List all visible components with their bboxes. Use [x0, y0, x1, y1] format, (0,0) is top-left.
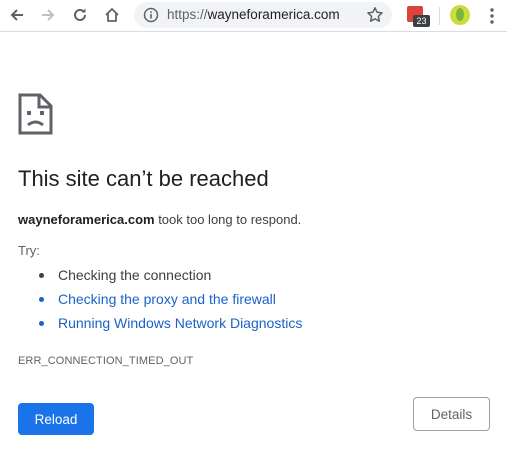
url-text[interactable]: https://wayneforamerica.com — [167, 2, 340, 28]
profile-avatar[interactable] — [450, 5, 470, 25]
try-label: Try: — [18, 243, 40, 258]
details-button[interactable]: Details — [413, 397, 490, 431]
suggestion-item: Checking the proxy and the firewall — [18, 287, 302, 311]
browser-toolbar: https://wayneforamerica.com 23 — [0, 0, 507, 32]
reload-browser-button[interactable] — [69, 4, 91, 26]
home-icon — [105, 8, 119, 22]
error-code: ERR_CONNECTION_TIMED_OUT — [18, 355, 194, 367]
forward-icon — [42, 9, 55, 21]
url-scheme: https:// — [167, 7, 208, 22]
back-button[interactable] — [6, 4, 28, 26]
error-title: This site can’t be reached — [18, 166, 269, 191]
sad-page-icon — [18, 93, 53, 135]
address-bar[interactable]: https://wayneforamerica.com — [134, 2, 392, 28]
suggestion-check-connection: Checking the connection — [58, 267, 212, 283]
error-host: wayneforamerica.com — [18, 212, 155, 227]
star-icon[interactable] — [366, 6, 384, 24]
home-button[interactable] — [101, 4, 123, 26]
url-host: wayneforamerica.com — [207, 7, 340, 22]
calendar-extension-button[interactable]: 23 — [405, 5, 430, 29]
suggestion-item: Checking the connection — [18, 263, 302, 287]
error-summary: wayneforamerica.com took too long to res… — [18, 212, 301, 227]
reload-button[interactable]: Reload — [18, 403, 94, 435]
suggestion-proxy-firewall-link[interactable]: Checking the proxy and the firewall — [58, 291, 276, 307]
error-message: took too long to respond. — [154, 212, 302, 227]
reload-icon — [74, 8, 86, 21]
bullet-icon — [39, 297, 44, 302]
avatar-leaf-icon — [456, 8, 464, 21]
back-icon — [10, 9, 23, 21]
extension-badge: 23 — [413, 15, 430, 27]
bullet-icon — [39, 321, 44, 326]
forward-button[interactable] — [37, 4, 59, 26]
suggestion-list: Checking the connection Checking the pro… — [18, 263, 302, 335]
menu-dots-icon[interactable] — [485, 6, 499, 26]
suggestion-item: Running Windows Network Diagnostics — [18, 311, 302, 335]
suggestion-network-diagnostics-link[interactable]: Running Windows Network Diagnostics — [58, 315, 302, 331]
toolbar-separator — [439, 7, 440, 25]
browser-window: https://wayneforamerica.com 23 This site… — [0, 0, 507, 451]
bullet-icon — [39, 273, 44, 278]
info-icon[interactable] — [143, 7, 159, 23]
